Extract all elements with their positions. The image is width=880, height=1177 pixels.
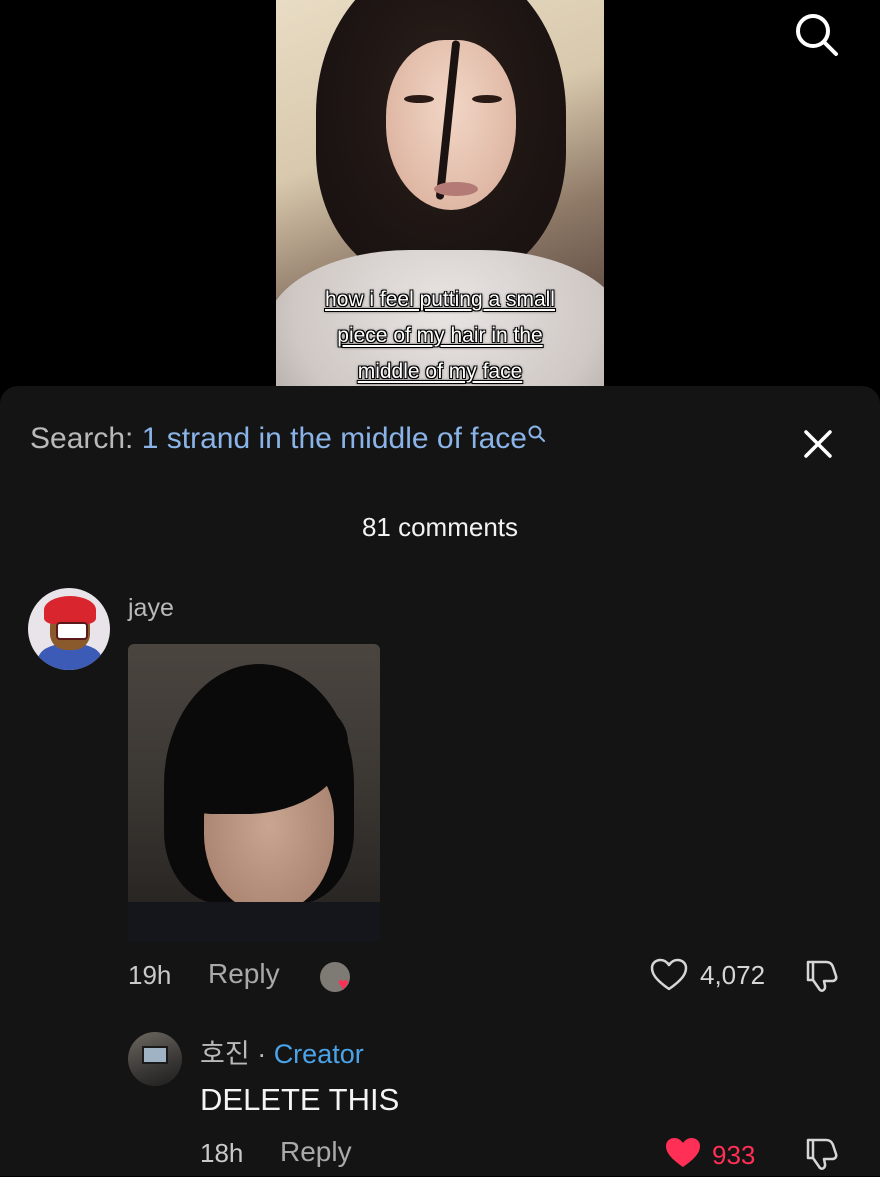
search-icon [528,425,545,442]
search-button[interactable] [792,10,840,58]
search-query[interactable]: 1 strand in the middle of face [142,422,527,455]
reply-button[interactable]: Reply [280,1136,352,1168]
close-icon [804,430,832,458]
like-button[interactable] [650,958,688,997]
search-label: Search: [30,422,134,455]
like-button[interactable] [664,1136,702,1175]
comment-username[interactable]: jaye [128,594,174,623]
video-eye-left [404,95,434,103]
heart-filled-icon [666,1138,700,1167]
heart-icon: ♥ [338,974,349,994]
caption-line-3: middle of my face [357,360,523,383]
thumbs-down-icon [806,960,838,992]
like-count: 933 [712,1140,756,1170]
comment-photo[interactable] [128,644,380,942]
video-preview[interactable]: how i feel putting a small piece of my h… [276,0,604,400]
comment-count: 81 comments [361,512,519,542]
reply-button[interactable]: Reply [208,958,280,990]
dislike-button[interactable] [802,958,840,999]
reply-username[interactable]: 호진 [200,1039,250,1069]
creator-badge: Creator [273,1039,364,1069]
reply-time: 18h [200,1138,244,1168]
avatar[interactable] [28,588,110,670]
name-separator: · [249,1039,274,1069]
video-eye-right [472,95,502,103]
video-caption: how i feel putting a small piece of my h… [276,282,604,390]
avatar[interactable] [128,1032,182,1086]
related-search[interactable]: Search: 1 strand in the middle of face [30,422,547,456]
creator-liked-badge: ♥ [318,960,358,994]
heart-outline-icon [650,958,688,991]
comments-sheet: Search: 1 strand in the middle of face 8… [0,386,880,1176]
caption-line-2: piece of my hair in the [337,324,543,347]
reply-username-line[interactable]: 호진 · Creator [200,1032,364,1071]
close-button[interactable] [798,424,838,464]
comment-time: 19h [128,960,172,990]
dislike-button[interactable] [802,1136,840,1177]
reply-text: DELETE THIS [200,1082,400,1117]
like-count: 4,072 [700,960,766,990]
video-lips [434,182,478,196]
caption-line-1: how i feel putting a small [325,288,555,311]
search-icon [796,14,838,56]
thumbs-down-icon [806,1138,838,1170]
